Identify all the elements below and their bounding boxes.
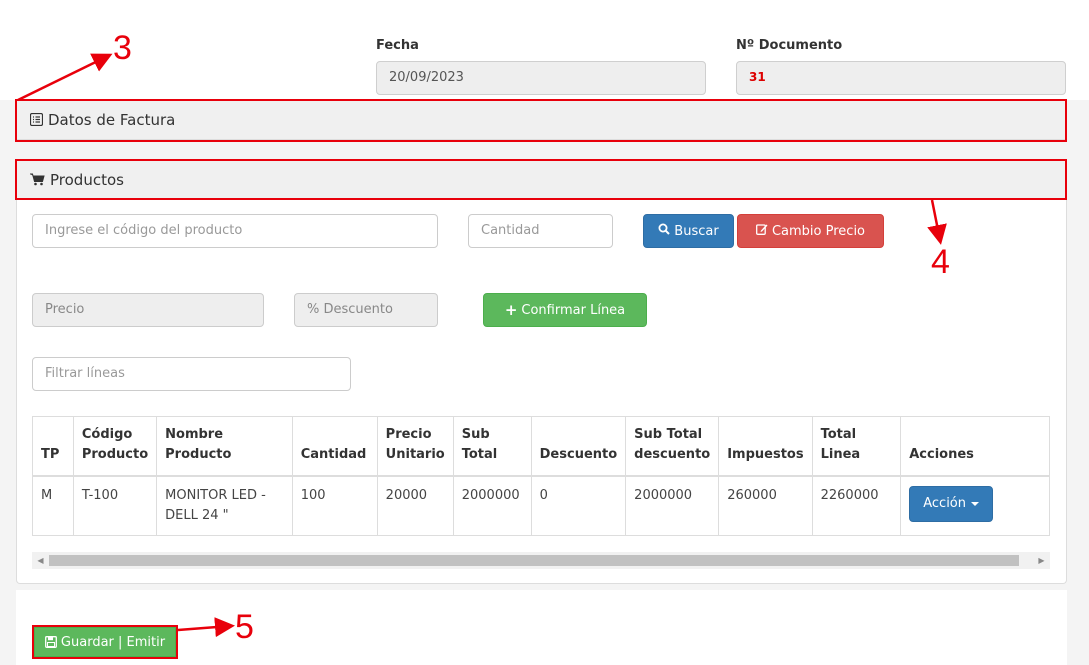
documento-label: Nº Documento [736,38,843,53]
annotation-number-5: 5 [235,608,254,646]
th-cantidad: Cantidad [291,416,378,477]
descuento-input[interactable]: % Descuento [294,293,438,327]
fecha-label: Fecha [376,38,419,53]
cell-nombre: MONITOR LED - DELL 24 " [156,475,293,536]
scroll-right-icon[interactable]: ▶ [1033,552,1050,569]
datos-factura-header[interactable]: Datos de Factura [16,100,1067,140]
cell-subtotal: 2000000 [452,475,532,536]
lineas-table: TP Código Producto Nombre Producto Cantida… [32,416,1050,536]
productos-title: Productos [50,170,124,189]
th-precio: Precio Unitario [376,416,454,477]
cell-tp: M [32,475,74,536]
search-icon [658,223,671,239]
cambio-precio-label: Cambio Precio [771,223,866,239]
scroll-left-icon[interactable]: ◀ [32,552,49,569]
precio-input[interactable]: Precio [32,293,264,327]
cell-cantidad: 100 [291,475,378,536]
th-subtotal: Sub Total [452,416,532,477]
filtrar-lineas-input[interactable]: Filtrar líneas [32,357,351,391]
cell-descuento: 0 [530,475,627,536]
table-header-row: TP Código Producto Nombre Producto Cantida… [32,416,1050,477]
th-nombre: Nombre Producto [156,416,293,477]
scroll-thumb[interactable] [49,555,1019,566]
th-tp: TP [32,416,74,477]
datos-factura-title: Datos de Factura [48,110,176,129]
fecha-field[interactable]: 20/09/2023 [376,61,706,95]
th-total: Total Linea [811,416,902,477]
th-acciones: Acciones [900,416,1050,477]
productos-header[interactable]: Productos [16,160,1067,200]
th-subtotal-descuento: Sub Total descuento [625,416,720,477]
annotation-number-3: 3 [113,29,132,67]
accion-dropdown-button[interactable]: Acción [909,486,993,522]
list-alt-icon [30,113,43,126]
cell-acciones: Acción [900,475,1050,536]
cell-impuestos: 260000 [718,475,813,536]
confirmar-linea-button[interactable]: + Confirmar Línea [483,293,647,327]
guardar-emitir-label: Guardar | Emitir [60,634,166,650]
horizontal-scrollbar[interactable]: ◀ ▶ [32,552,1050,569]
codigo-producto-input[interactable]: Ingrese el código del producto [32,214,438,248]
th-codigo: Código Producto [72,416,158,477]
accion-label: Acción [923,496,966,511]
confirmar-linea-label: Confirmar Línea [521,302,626,318]
annotation-number-4: 4 [931,243,950,281]
cantidad-input[interactable]: Cantidad [468,214,613,248]
edit-icon [756,223,768,239]
buscar-button[interactable]: Buscar [643,214,734,248]
cell-precio: 20000 [376,475,454,536]
plus-icon: + [504,301,518,319]
cell-total: 2260000 [811,475,902,536]
th-impuestos: Impuestos [718,416,813,477]
documento-field[interactable]: 31 [736,61,1066,95]
th-descuento: Descuento [530,416,627,477]
floppy-disk-icon [44,636,57,648]
caret-down-icon [971,502,979,506]
buscar-label: Buscar [674,223,719,239]
cambio-precio-button[interactable]: Cambio Precio [737,214,884,248]
cell-subtotal-descuento: 2000000 [625,475,720,536]
cell-codigo: T-100 [72,475,158,536]
guardar-emitir-button[interactable]: Guardar | Emitir [34,627,176,657]
table-row: M T-100 MONITOR LED - DELL 24 " 100 2000… [32,475,1050,536]
shopping-cart-icon [30,173,45,186]
